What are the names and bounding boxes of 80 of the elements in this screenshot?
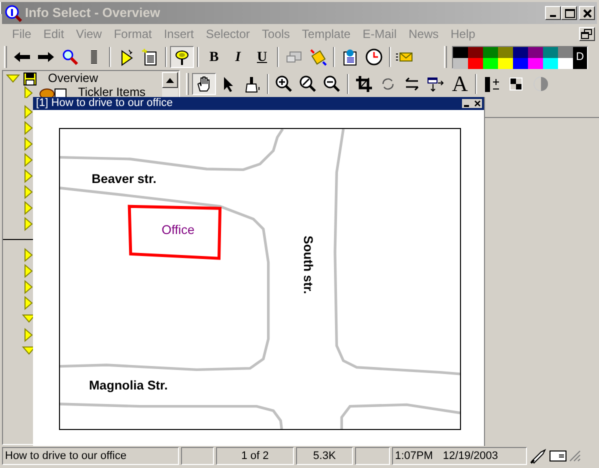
pin-button[interactable]	[170, 46, 194, 68]
color-swatch[interactable]	[498, 46, 513, 58]
underline-button[interactable]: U	[250, 46, 274, 68]
status-time: 1:07PM	[395, 448, 433, 464]
minimize-button[interactable]	[545, 6, 561, 20]
new-note-icon	[141, 48, 159, 66]
menu-item[interactable]: Help	[444, 25, 482, 43]
maximize-button[interactable]	[561, 6, 577, 20]
tag-icon	[309, 48, 327, 66]
close-button[interactable]	[472, 99, 482, 108]
color-swatch[interactable]	[468, 58, 483, 68]
color-swatch[interactable]	[483, 58, 498, 68]
street-label: Beaver str.	[92, 172, 156, 186]
note-window-title: [1] How to drive to our office	[36, 98, 173, 109]
tree-item-label[interactable]: Overview	[48, 73, 98, 84]
color-swatch[interactable]	[513, 58, 528, 68]
color-swatch[interactable]	[528, 46, 543, 58]
zoom-icon	[299, 75, 317, 93]
menu-item[interactable]: Tools	[256, 25, 296, 43]
menu-item[interactable]: File	[6, 25, 38, 43]
expanded-triangle-icon[interactable]	[6, 72, 20, 86]
menu-item[interactable]: E-Mail	[356, 25, 403, 43]
half-circle-icon	[531, 75, 549, 93]
document-globe-icon	[341, 48, 359, 66]
menu-item[interactable]: News	[402, 25, 445, 43]
resize-grip-icon	[569, 450, 581, 462]
menu-item[interactable]: Edit	[37, 25, 70, 43]
place-label: Office	[162, 223, 194, 237]
status-size: 5.3K	[313, 448, 336, 464]
color-swatch[interactable]	[453, 46, 468, 58]
menu-item[interactable]: View	[70, 25, 108, 43]
minimize-icon	[550, 15, 556, 17]
status-note-title: How to drive to our office	[5, 448, 126, 464]
default-color-button[interactable]: D	[573, 46, 587, 68]
layer-order-icon	[427, 75, 445, 93]
minimize-icon	[464, 104, 470, 108]
close-icon	[474, 100, 480, 107]
status-position: 1 of 2	[241, 448, 269, 464]
info-magnifier-icon	[4, 4, 22, 22]
minimize-button[interactable]	[462, 99, 472, 108]
color-swatch[interactable]	[543, 58, 558, 68]
folder-cards-icon	[39, 86, 67, 98]
color-swatch[interactable]	[513, 46, 528, 58]
search-icon	[61, 48, 79, 66]
scroll-up-icon	[166, 78, 174, 82]
flip-arrows-icon	[403, 75, 421, 93]
color-swatch[interactable]	[543, 46, 558, 58]
text-tool-button[interactable]: A	[448, 73, 472, 95]
menu-item[interactable]: Selector	[200, 25, 256, 43]
hand-tool-button[interactable]	[192, 73, 216, 95]
color-swatch[interactable]	[558, 46, 573, 58]
contrast-icon	[507, 75, 525, 93]
clock-icon	[365, 48, 383, 66]
pin-icon	[173, 48, 191, 66]
window-title: Info Select - Overview	[25, 4, 160, 22]
menu-item[interactable]: Format	[108, 25, 158, 43]
bold-button[interactable]: B	[202, 46, 226, 68]
menu-item[interactable]: Insert	[158, 25, 200, 43]
scroll-up-button[interactable]	[162, 72, 178, 88]
color-swatch[interactable]	[558, 58, 573, 68]
color-swatch[interactable]	[453, 58, 468, 68]
brightness-icon	[483, 75, 501, 93]
zoom-in-icon	[275, 75, 293, 93]
envelope-icon	[549, 450, 567, 462]
crop-icon	[355, 75, 373, 93]
brush-icon	[243, 75, 261, 93]
restore-icon	[581, 29, 593, 39]
street-label: Magnolia Str.	[89, 378, 168, 393]
status-date: 12/19/2003	[442, 448, 498, 464]
menu-item[interactable]: Template	[296, 25, 357, 43]
restore-button[interactable]	[579, 27, 595, 41]
scroll-track[interactable]	[162, 88, 178, 97]
color-swatch[interactable]	[483, 46, 498, 58]
italic-button[interactable]: I	[226, 46, 250, 68]
tree-item-label[interactable]: Tickler Items	[78, 87, 146, 98]
color-swatch[interactable]	[468, 46, 483, 58]
street-label: South str.	[301, 236, 315, 294]
color-swatch[interactable]	[498, 58, 513, 68]
color-swatch[interactable]	[528, 58, 543, 68]
zoom-out-icon	[323, 75, 341, 93]
